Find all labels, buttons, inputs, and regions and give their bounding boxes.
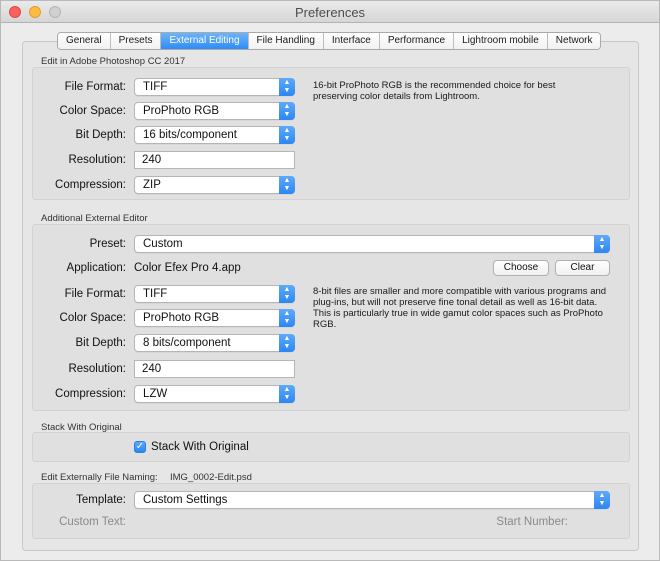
tab-general[interactable]: General	[58, 33, 111, 49]
ps-color-space-select[interactable]: ProPhoto RGB ▲ ▼	[134, 102, 295, 120]
ext-resolution-label: Resolution:	[68, 363, 126, 375]
preset-label: Preset:	[89, 238, 126, 250]
start-number-label: Start Number:	[496, 516, 568, 528]
ext-file-format-value: TIFF	[143, 288, 168, 300]
application-value: Color Efex Pro 4.app	[134, 262, 241, 274]
ext-compression-select[interactable]: LZW ▲ ▼	[134, 385, 295, 403]
ps-resolution-label: Resolution:	[68, 154, 126, 166]
ext-color-space-select[interactable]: ProPhoto RGB ▲ ▼	[134, 309, 295, 327]
ps-color-space-value: ProPhoto RGB	[143, 105, 220, 117]
application-label: Application:	[66, 262, 126, 274]
ext-color-space-label: Color Space:	[59, 312, 126, 324]
chevron-updown-icon: ▲ ▼	[279, 385, 295, 403]
preferences-tab-bar: General Presets External Editing File Ha…	[57, 32, 602, 50]
ps-compression-value: ZIP	[143, 179, 161, 191]
tab-external-editing[interactable]: External Editing	[161, 33, 249, 49]
chevron-updown-icon: ▲ ▼	[279, 102, 295, 120]
preferences-window: Preferences General Presets External Edi…	[0, 0, 660, 561]
ext-description: 8-bit files are smaller and more compati…	[313, 286, 607, 330]
checkmark-icon: ✓	[135, 441, 145, 452]
stack-with-original-label: Stack With Original	[151, 441, 249, 453]
tab-performance[interactable]: Performance	[379, 33, 455, 49]
chevron-updown-icon: ▲ ▼	[594, 491, 610, 509]
ps-bit-depth-label: Bit Depth:	[75, 129, 127, 141]
ext-bit-depth-value: 8 bits/component	[143, 337, 231, 349]
ext-compression-value: LZW	[143, 388, 168, 400]
ext-resolution-input[interactable]: 240	[134, 360, 295, 378]
chevron-updown-icon: ▲ ▼	[279, 176, 295, 194]
template-value: Custom Settings	[143, 494, 228, 506]
ps-resolution-input[interactable]: 240	[134, 151, 295, 169]
stack-with-original-checkbox[interactable]: ✓	[134, 441, 146, 453]
tab-file-handling[interactable]: File Handling	[248, 33, 324, 49]
preset-select[interactable]: Custom ▲ ▼	[134, 235, 610, 253]
chevron-updown-icon: ▲ ▼	[594, 235, 610, 253]
ps-bit-depth-select[interactable]: 16 bits/component ▲ ▼	[134, 126, 295, 144]
tab-interface[interactable]: Interface	[323, 33, 380, 49]
chevron-updown-icon: ▲ ▼	[279, 126, 295, 144]
photoshop-section-title: Edit in Adobe Photoshop CC 2017	[41, 56, 186, 67]
ext-bit-depth-label: Bit Depth:	[75, 337, 127, 349]
ps-file-format-value: TIFF	[143, 81, 168, 93]
template-label: Template:	[76, 494, 126, 506]
ps-file-format-label: File Format:	[64, 81, 126, 93]
ext-file-format-select[interactable]: TIFF ▲ ▼	[134, 285, 295, 303]
choose-button[interactable]: Choose	[493, 260, 549, 276]
ps-file-format-select[interactable]: TIFF ▲ ▼	[134, 78, 295, 96]
ext-compression-label: Compression:	[55, 388, 126, 400]
ps-bit-depth-value: 16 bits/component	[143, 129, 237, 141]
title-bar[interactable]: Preferences	[1, 1, 659, 23]
window-title: Preferences	[294, 5, 366, 20]
chevron-updown-icon: ▲ ▼	[279, 78, 295, 96]
chevron-updown-icon: ▲ ▼	[279, 334, 295, 352]
template-select[interactable]: Custom Settings ▲ ▼	[134, 491, 610, 509]
ext-color-space-value: ProPhoto RGB	[143, 312, 220, 324]
chevron-updown-icon: ▲ ▼	[279, 285, 295, 303]
clear-button[interactable]: Clear	[555, 260, 610, 276]
preset-value: Custom	[143, 238, 183, 250]
tab-presets[interactable]: Presets	[110, 33, 162, 49]
chevron-updown-icon: ▲ ▼	[279, 309, 295, 327]
ps-compression-select[interactable]: ZIP ▲ ▼	[134, 176, 295, 194]
ps-compression-label: Compression:	[55, 179, 126, 191]
stack-group	[32, 432, 630, 462]
tab-network[interactable]: Network	[547, 33, 601, 49]
ps-color-space-label: Color Space:	[59, 105, 126, 117]
ps-description: 16-bit ProPhoto RGB is the recommended c…	[313, 80, 556, 102]
naming-section-title: Edit Externally File Naming:	[41, 472, 158, 483]
custom-text-label: Custom Text:	[59, 516, 126, 528]
tab-lightroom-mobile[interactable]: Lightroom mobile	[454, 33, 548, 49]
ext-file-format-label: File Format:	[64, 288, 126, 300]
additional-section-title: Additional External Editor	[41, 213, 148, 224]
naming-example: IMG_0002-Edit.psd	[170, 472, 252, 483]
ext-bit-depth-select[interactable]: 8 bits/component ▲ ▼	[134, 334, 295, 352]
